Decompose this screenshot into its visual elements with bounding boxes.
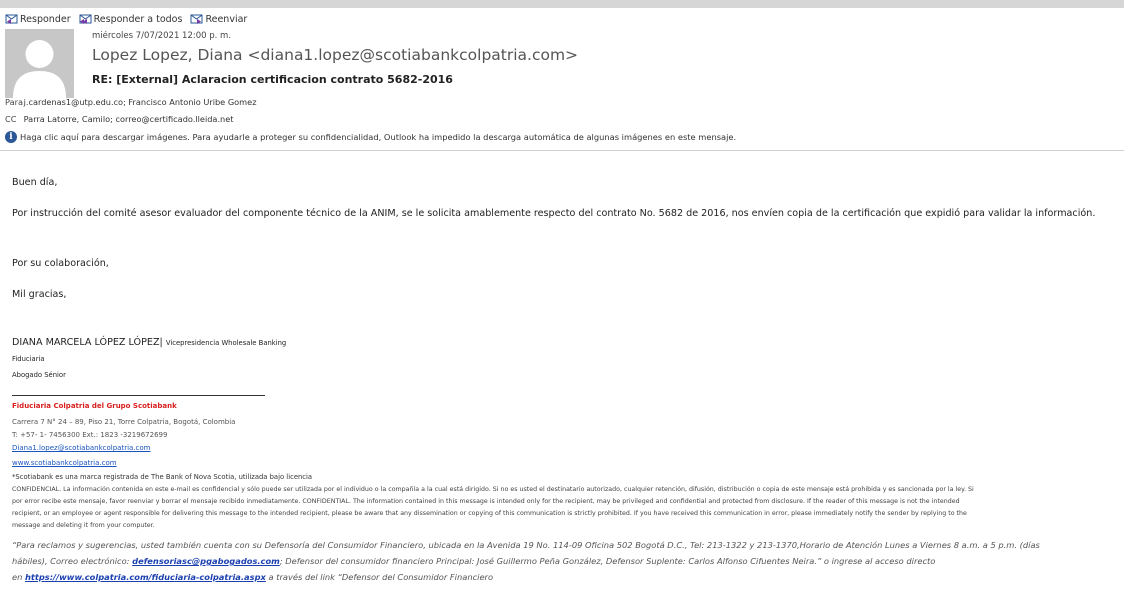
top-strip — [0, 0, 1124, 8]
header-divider — [0, 150, 1124, 151]
signature-divider — [12, 395, 265, 396]
signature-name: DIANA MARCELA LÓPEZ LÓPEZ| — [12, 337, 163, 348]
colpatria-url-link[interactable]: https://www.colpatria.com/fiduciaria-col… — [25, 572, 266, 582]
signature-line-1: Fiduciaria — [12, 355, 45, 363]
reply-all-button[interactable]: Responder a todos — [79, 13, 183, 25]
footer-line-3-pre: en — [12, 572, 26, 582]
signature-address: Carrera 7 N° 24 – 89, Piso 21, Torre Col… — [12, 418, 236, 426]
trademark-note: *Scotiabank es una marca registrada de T… — [12, 473, 313, 481]
reply-icon — [5, 14, 18, 24]
confidentiality-disclaimer: CONFIDENCIAL. La información contenida e… — [12, 484, 1124, 532]
message-toolbar: Responder Responder a todos Reenviar — [5, 11, 255, 27]
signature-line-2: Abogado Sénior — [12, 371, 66, 379]
forward-label: Reenviar — [205, 13, 248, 25]
body-paragraph: Por instrucción del comité asesor evalua… — [12, 208, 1096, 219]
infobar-text: Haga clic aquí para descargar imágenes. … — [20, 132, 737, 142]
disclaimer-line-2: por error recibe este mensaje, favor ree… — [12, 498, 960, 505]
cc-row: CC Parra Latorre, Camilo; correo@certifi… — [5, 114, 233, 124]
to-row: Para j.cardenas1@utp.edu.co; Francisco A… — [5, 97, 257, 107]
person-icon — [13, 40, 66, 98]
message-date: miércoles 7/07/2021 12:00 p. m. — [92, 31, 232, 41]
reply-all-label: Responder a todos — [93, 13, 183, 25]
reply-all-icon — [79, 14, 92, 24]
message-sender[interactable]: Lopez Lopez, Diana <diana1.lopez@scotiab… — [92, 46, 578, 64]
disclaimer-line-1: CONFIDENCIAL. La información contenida e… — [12, 486, 974, 493]
footer-line-2: hábiles), Correo electrónico: defensoria… — [12, 553, 1124, 569]
cc-recipients[interactable]: Parra Latorre, Camilo; correo@certificad… — [24, 114, 234, 124]
signature-phone: T: +57- 1- 7456300 Ext.: 1823 -321967269… — [12, 431, 168, 439]
reply-label: Responder — [20, 13, 71, 25]
reply-button[interactable]: Responder — [5, 14, 71, 25]
signature-website-link[interactable]: www.scotiabankcolpatria.com — [12, 459, 117, 467]
footer-line-2-pre: hábiles), Correo electrónico: — [12, 556, 133, 566]
signature-company: Fiduciaria Colpatria del Grupo Scotiaban… — [12, 402, 177, 410]
defensoria-email-link[interactable]: defensoriasc@pgabogados.com — [132, 556, 280, 566]
thanks-line-1: Por su colaboración, — [12, 258, 109, 269]
forward-button[interactable]: Reenviar — [190, 14, 247, 25]
footer-line-3: en https://www.colpatria.com/fiduciaria-… — [12, 569, 1124, 585]
greeting: Buen día, — [12, 177, 58, 188]
download-images-infobar[interactable]: i Haga clic aquí para descargar imágenes… — [5, 129, 736, 145]
to-label: Para — [5, 97, 23, 107]
signature-email-link[interactable]: Diana1.lopez@scotiabankcolpatria.com — [12, 444, 151, 452]
disclaimer-line-3: recipient, or an employee or agent respo… — [12, 510, 967, 517]
signature-name-row: DIANA MARCELA LÓPEZ LÓPEZ| Vicepresidenc… — [12, 337, 286, 348]
signature-role: Vicepresidencia Wholesale Banking — [165, 339, 287, 347]
forward-icon — [190, 14, 203, 24]
consumer-defense-footer: “Para reclamos y sugerencias, usted tamb… — [12, 537, 1124, 585]
disclaimer-line-4: message and deleting it from your comput… — [12, 522, 155, 529]
info-icon: i — [5, 131, 17, 143]
to-recipients[interactable]: j.cardenas1@utp.edu.co; Francisco Antoni… — [24, 97, 257, 107]
thanks-line-2: Mil gracias, — [12, 289, 67, 300]
footer-line-3-post: a través del link “Defensor del Consumid… — [265, 572, 494, 582]
cc-label: CC — [5, 114, 17, 124]
message-subject: RE: [External] Aclaracion certificacion … — [92, 73, 453, 86]
footer-line-2-post: ; Defensor del consumidor financiero Pri… — [279, 556, 936, 566]
sender-avatar — [5, 29, 74, 98]
footer-line-1: “Para reclamos y sugerencias, usted tamb… — [12, 540, 1040, 550]
